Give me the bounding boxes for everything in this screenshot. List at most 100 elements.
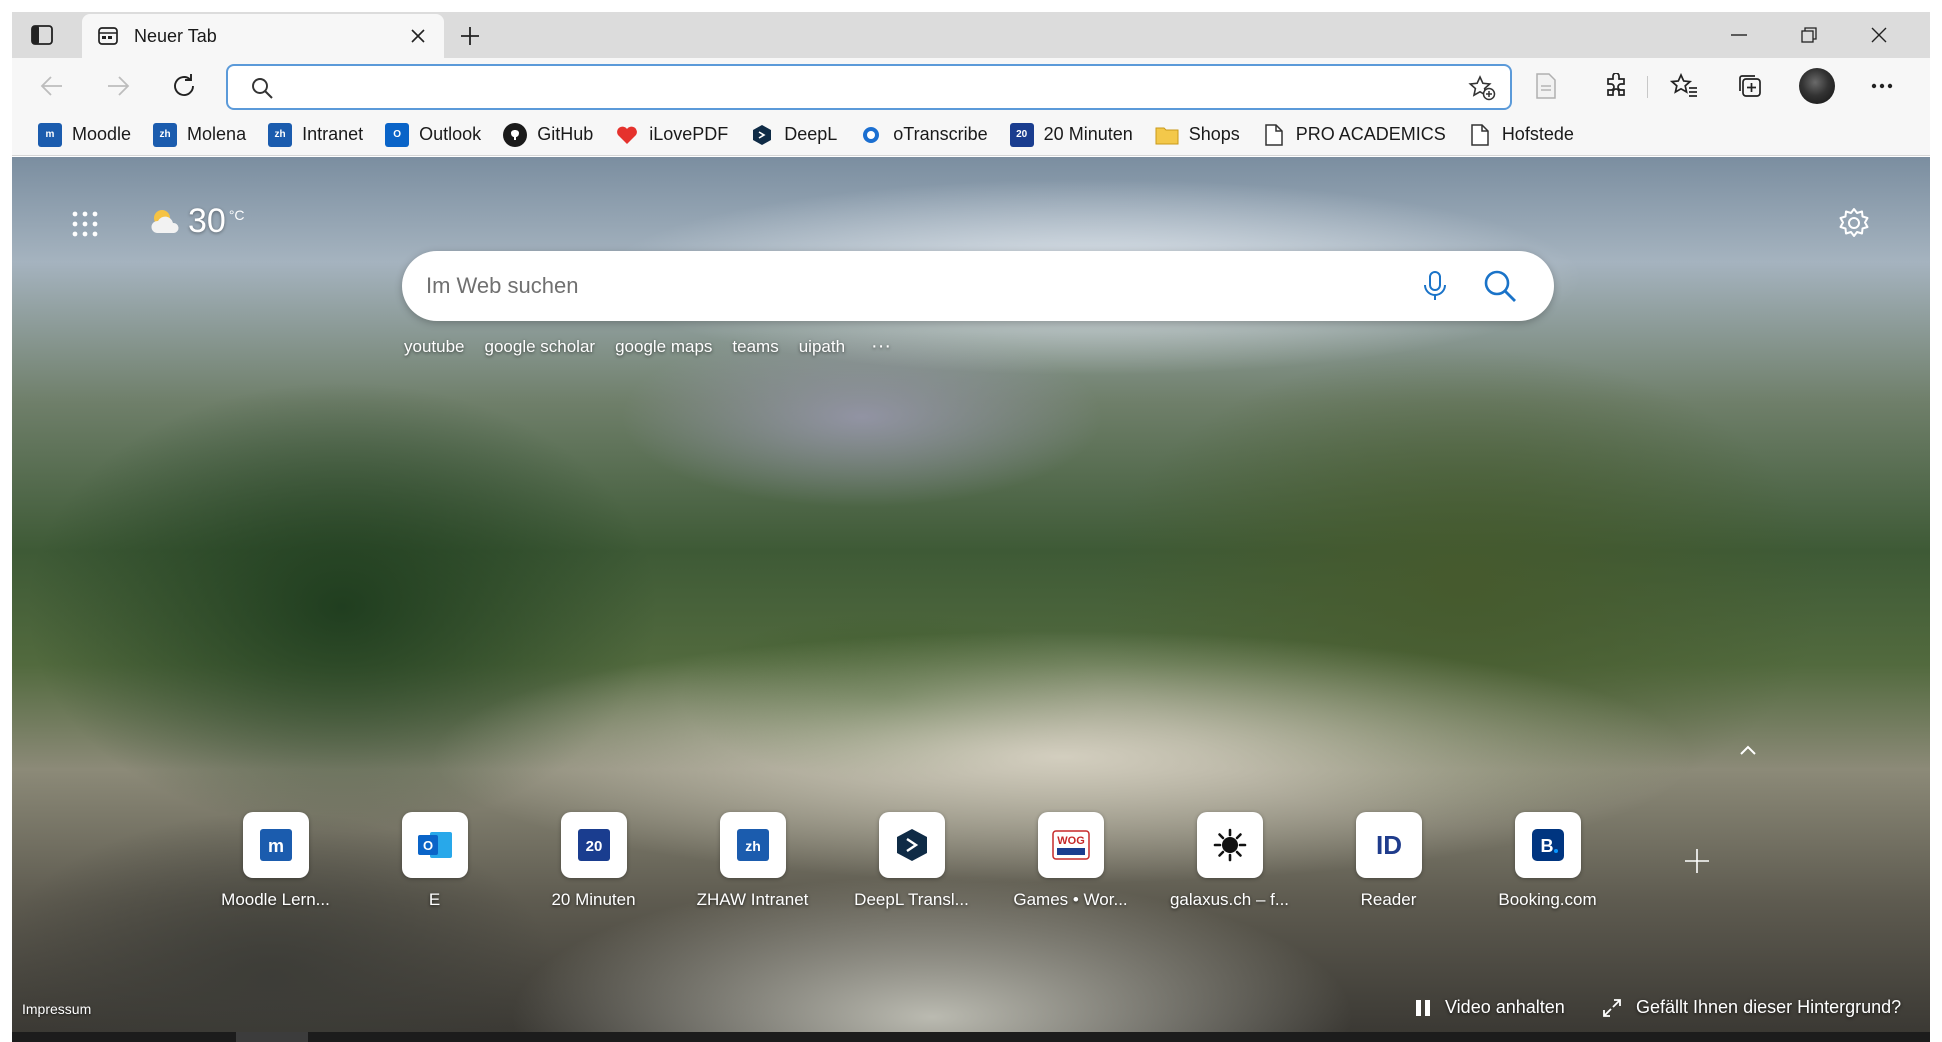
svg-text:O: O (422, 838, 432, 853)
web-search-input[interactable] (426, 267, 1346, 305)
bookmark-label: Hofstede (1501, 124, 1574, 144)
bookmark-molena[interactable]: zh Molena (145, 117, 254, 153)
deepl-icon (750, 123, 774, 147)
tab-actions-icon[interactable] (22, 20, 62, 50)
background-feedback-label: Gefällt Ihnen dieser Hintergrund? (1636, 997, 1902, 1017)
address-input[interactable] (290, 72, 1430, 102)
collections-icon[interactable] (1732, 68, 1768, 104)
extensions-icon[interactable] (1598, 68, 1634, 104)
zhaw-icon: zh (268, 122, 293, 147)
bookmark-label: 20 Minuten (1043, 124, 1133, 144)
close-window-icon[interactable] (1844, 12, 1914, 58)
bookmark-otranscribe[interactable]: oTranscribe (851, 117, 995, 153)
tile-outlook[interactable]: O E (355, 812, 514, 910)
add-favorite-icon[interactable] (1468, 75, 1496, 106)
new-tab-page: 30 °C youtube google scholar google maps… (12, 157, 1930, 1032)
tab-strip: Neuer Tab (12, 12, 1930, 58)
restore-icon[interactable] (1774, 12, 1844, 58)
bookmark-deepl[interactable]: DeepL (742, 117, 845, 153)
svg-text:m: m (267, 836, 283, 856)
background-feedback-button[interactable]: Gefällt Ihnen dieser Hintergrund? (1602, 997, 1901, 1018)
trending-item[interactable]: uipath (799, 337, 845, 357)
bookmark-label: GitHub (537, 124, 594, 144)
bookmark-20-minuten[interactable]: 20 20 Minuten (1002, 117, 1141, 153)
tile-zhaw-intranet[interactable]: zh ZHAW Intranet (673, 812, 832, 910)
horizontal-scrollbar[interactable] (12, 1032, 1930, 1042)
trending-item[interactable]: youtube (404, 337, 465, 357)
trending-item[interactable]: teams (732, 337, 778, 357)
bookmark-pro-academics[interactable]: PRO ACADEMICS (1254, 117, 1454, 153)
tile-deepl[interactable]: DeepL Transl... (832, 812, 991, 910)
tile-moodle[interactable]: m Moodle Lern... (196, 812, 355, 910)
bookmark-ilovepdf[interactable]: iLovePDF (607, 117, 736, 153)
tile-galaxus[interactable]: galaxus.ch – f... (1150, 812, 1309, 910)
web-search-box[interactable] (402, 251, 1554, 321)
close-tab-icon[interactable] (402, 20, 434, 52)
trending-searches: youtube google scholar google maps teams… (404, 335, 891, 358)
bookmark-moodle[interactable]: m Moodle (30, 117, 139, 153)
bookmarks-bar: m Moodle zh Molena zh Intranet O Outlook… (12, 114, 1930, 156)
microphone-icon[interactable] (1418, 269, 1452, 303)
app-launcher-icon[interactable] (70, 209, 100, 239)
trending-item[interactable]: google scholar (485, 337, 596, 357)
20min-icon: 20 (1009, 122, 1034, 147)
tile-booking[interactable]: B Booking.com (1468, 812, 1627, 910)
collapse-tiles-icon[interactable] (1736, 742, 1760, 758)
otranscribe-icon (859, 123, 883, 147)
tile-label: galaxus.ch – f... (1169, 890, 1290, 909)
tile-label: E (428, 890, 441, 909)
settings-gear-icon[interactable] (1836, 205, 1872, 241)
new-tab-icon (96, 24, 120, 48)
booking-icon: B (1514, 812, 1581, 878)
bookmark-outlook[interactable]: O Outlook (377, 117, 489, 153)
20min-icon: 20 (560, 812, 627, 878)
partly-cloudy-icon (148, 205, 182, 239)
bookmark-intranet[interactable]: zh Intranet (260, 117, 371, 153)
svg-text:WOG: WOG (1057, 835, 1085, 847)
zhaw-icon: zh (719, 812, 786, 878)
quick-links: m Moodle Lern... O E 20 20 Minuten zh ZH… (196, 812, 1627, 910)
outlook-icon: O (385, 122, 410, 147)
bookmark-label: Intranet (302, 124, 364, 144)
minimize-icon[interactable] (1704, 12, 1774, 58)
add-site-icon[interactable] (1684, 848, 1710, 874)
tile-games[interactable]: WOG Games • Wor... (991, 812, 1150, 910)
pause-video-button[interactable]: Video anhalten (1415, 997, 1565, 1018)
bookmark-label: Shops (1188, 124, 1240, 144)
reading-view-icon[interactable] (1528, 68, 1564, 104)
forward-icon[interactable] (100, 68, 136, 104)
bookmark-hofstede[interactable]: Hofstede (1460, 117, 1582, 153)
profile-avatar[interactable] (1799, 68, 1835, 104)
tile-label: DeepL Transl... (854, 890, 969, 909)
back-icon[interactable] (34, 68, 70, 104)
new-tab-button[interactable] (454, 20, 486, 52)
tile-label: Booking.com (1498, 890, 1597, 909)
trending-more-button[interactable]: ··· (871, 335, 891, 358)
favorites-icon[interactable] (1666, 68, 1702, 104)
address-bar[interactable] (226, 64, 1512, 110)
bookmark-github[interactable]: GitHub (495, 117, 601, 153)
zhaw-icon: zh (153, 122, 178, 147)
bookmark-label: Moodle (72, 124, 132, 144)
page-icon (1262, 123, 1286, 147)
trending-item[interactable]: google maps (615, 337, 712, 357)
weather-widget[interactable]: 30 °C (148, 201, 245, 241)
bookmark-label: oTranscribe (893, 124, 988, 144)
bookmark-label: iLovePDF (649, 124, 729, 144)
bookmark-label: Molena (187, 124, 247, 144)
galaxus-icon (1196, 812, 1263, 878)
tile-20-minuten[interactable]: 20 20 Minuten (514, 812, 673, 910)
tile-label: ZHAW Intranet (696, 890, 809, 909)
github-icon (503, 122, 528, 147)
refresh-icon[interactable] (166, 68, 202, 104)
more-menu-icon[interactable] (1864, 68, 1900, 104)
scrollbar-thumb[interactable] (236, 1032, 308, 1042)
svg-text:ID: ID (1376, 830, 1402, 860)
tile-label: Reader (1360, 890, 1417, 909)
impressum-link[interactable]: Impressum (22, 1001, 91, 1017)
search-submit-icon[interactable] (1482, 268, 1518, 304)
tab-new-tab[interactable]: Neuer Tab (82, 14, 444, 58)
heart-icon (615, 123, 639, 147)
bookmark-shops[interactable]: Shops (1147, 117, 1248, 153)
tile-reader[interactable]: ID Reader (1309, 812, 1468, 910)
